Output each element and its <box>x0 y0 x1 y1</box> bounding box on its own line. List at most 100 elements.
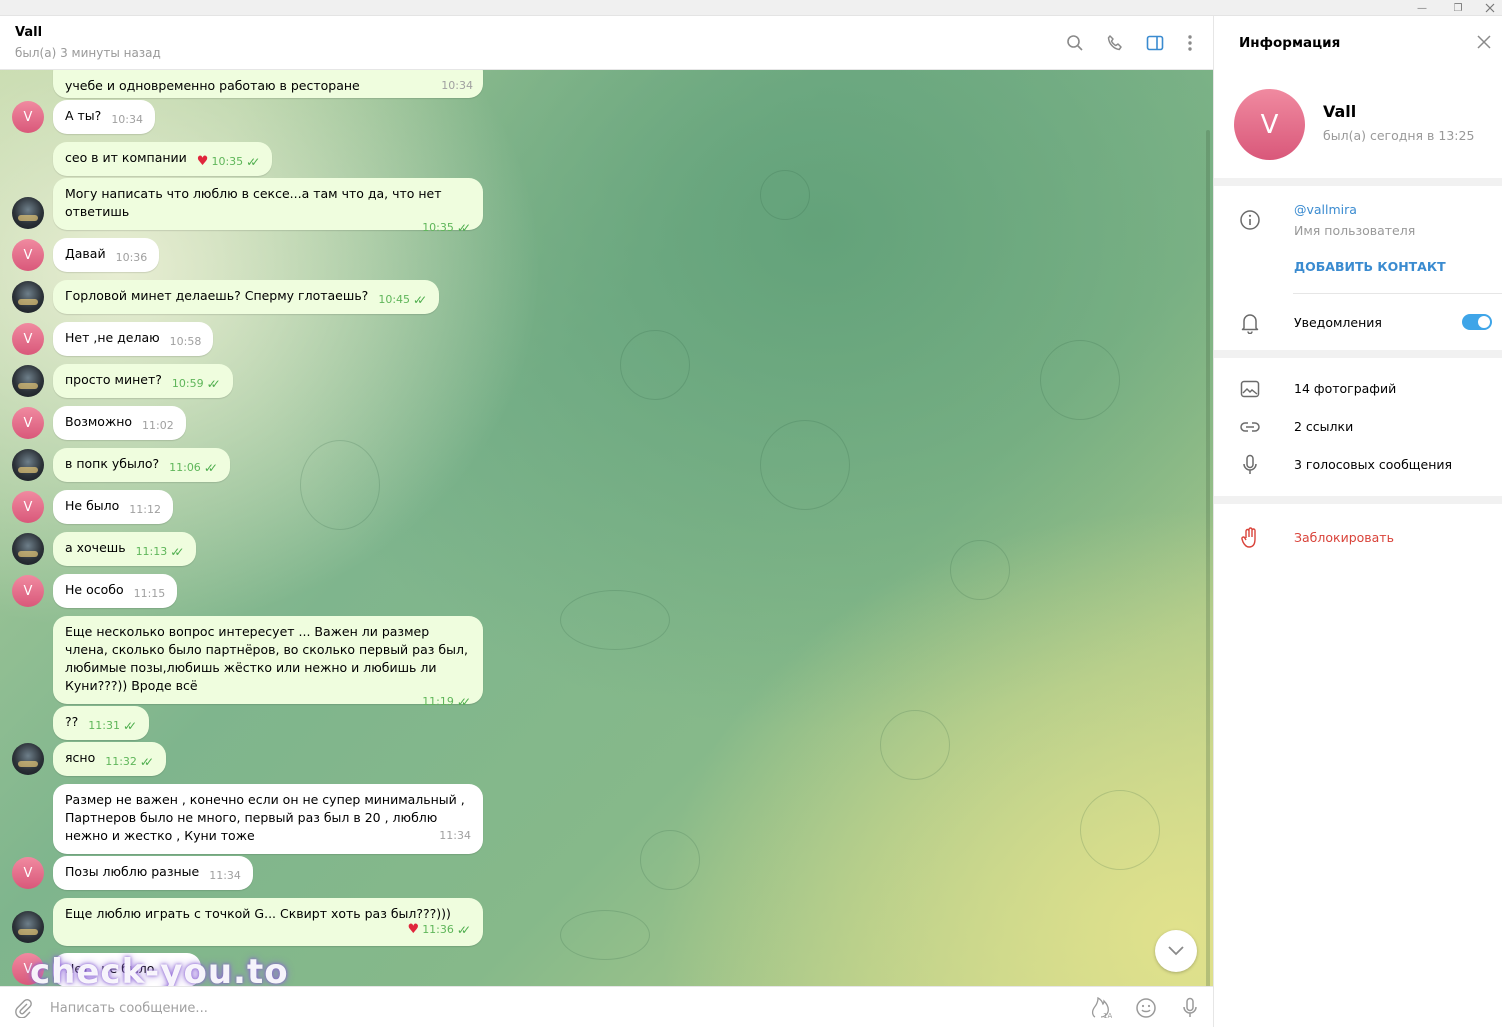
chat-status: был(а) 3 минуты назад <box>15 46 161 60</box>
avatar[interactable] <box>12 365 44 397</box>
message-time: 10:34 <box>441 79 473 92</box>
message-text: в попк убыло? <box>65 456 160 471</box>
message-bubble[interactable]: Не особо 11:15 <box>53 574 178 608</box>
message-bubble[interactable]: А ты? 10:34 <box>53 100 156 134</box>
profile-last-seen: был(а) сегодня в 13:25 <box>1323 128 1475 143</box>
block-user-button[interactable]: Заблокировать <box>1294 530 1394 545</box>
avatar[interactable]: V <box>12 857 44 889</box>
notifications-label: Уведомления <box>1294 315 1382 330</box>
microphone-icon[interactable] <box>1177 995 1203 1021</box>
avatar[interactable]: V <box>12 575 44 607</box>
bell-icon <box>1239 312 1261 334</box>
profile-avatar[interactable]: V <box>1234 89 1305 160</box>
chat-title[interactable]: Vall <box>15 25 42 40</box>
avatar[interactable]: V <box>12 491 44 523</box>
read-check-icon: ✓✓ <box>203 461 218 475</box>
hand-stop-icon <box>1239 527 1261 549</box>
read-check-icon: ✓✓ <box>170 545 184 559</box>
chat-scrollbar[interactable] <box>1206 130 1210 986</box>
message-time: 10:35 <box>211 155 244 168</box>
phone-icon[interactable] <box>1103 31 1127 55</box>
message-bubble[interactable]: ?? 11:31 ✓✓ <box>53 706 150 740</box>
message-bubble[interactable]: учебе и одновременно работаю в ресторане… <box>53 70 483 98</box>
background-doodle <box>760 170 810 220</box>
avatar[interactable] <box>12 911 44 943</box>
avatar[interactable]: V <box>12 239 44 271</box>
avatar[interactable] <box>12 197 44 229</box>
maximize-button[interactable]: ❐ <box>1440 0 1476 16</box>
message-bubble[interactable]: Не было 11:12 <box>53 490 173 524</box>
more-vertical-icon[interactable] <box>1178 31 1202 55</box>
message-time: 10:36 <box>115 251 148 264</box>
message-bubble[interactable]: Нет ,не делаю 10:58 <box>53 322 214 356</box>
message-bubble[interactable]: а хочешь 11:13 ✓✓ <box>53 532 197 566</box>
emoji-icon[interactable] <box>1133 995 1159 1021</box>
section-divider <box>1214 350 1502 358</box>
message-text: Еще несколько вопрос интересует ... Важе… <box>65 624 468 693</box>
message-time: 10:45 <box>378 293 411 306</box>
avatar[interactable]: V <box>12 323 44 355</box>
info-panel: Информация V Vall был(а) сегодня в 13:25… <box>1213 16 1502 1027</box>
message-bubble[interactable]: Возможно 11:02 <box>53 406 186 440</box>
message-text: Горловой минет делаешь? Сперму глотаешь? <box>65 288 369 303</box>
microphone-icon <box>1239 454 1261 476</box>
message-bubble[interactable]: ясно 11:32 ✓✓ <box>53 742 167 776</box>
minimize-button[interactable]: — <box>1404 0 1440 16</box>
message-bubble[interactable]: Давай 10:36 <box>53 238 160 272</box>
message-text: Не было <box>65 498 120 513</box>
heart-reaction-icon[interactable]: ♥ <box>197 153 209 171</box>
message-time: 10:35 <box>422 221 454 234</box>
chat-header[interactable]: Vall был(а) 3 минуты назад <box>0 16 1213 70</box>
links-link[interactable]: 2 ссылки <box>1294 419 1353 434</box>
read-check-icon: ✓✓ <box>206 377 221 391</box>
message-time: 11:13 <box>135 545 168 558</box>
message-bubble[interactable]: в попк убыло? 11:06 ✓✓ <box>53 448 230 482</box>
message-list[interactable]: учебе и одновременно работаю в ресторане… <box>0 70 1213 986</box>
photos-link[interactable]: 14 фотографий <box>1294 381 1396 396</box>
message-bubble[interactable]: Еще люблю играть с точкой G... Сквирт хо… <box>53 898 483 946</box>
avatar[interactable]: V <box>12 101 44 133</box>
svg-text:1A: 1A <box>1103 1012 1112 1019</box>
message-bubble[interactable]: Могу написать что люблю в сексе...а там … <box>53 178 483 235</box>
message-bubble[interactable]: сео в ит компании ♥ 10:35 ✓✓ <box>53 142 273 176</box>
scroll-to-bottom-button[interactable] <box>1155 930 1197 972</box>
avatar[interactable] <box>12 533 44 565</box>
username-label: Имя пользователя <box>1294 223 1416 238</box>
read-check-icon: ✓✓ <box>413 293 427 307</box>
chat-panel: Vall был(а) 3 минуты назад учебе и однов… <box>0 16 1213 1027</box>
chevron-down-icon <box>1168 946 1184 956</box>
notifications-toggle[interactable] <box>1462 314 1492 330</box>
close-window-button[interactable] <box>1472 0 1502 16</box>
add-contact-button[interactable]: ДОБАВИТЬ КОНТАКТ <box>1294 259 1446 274</box>
message-text: Давай <box>65 246 106 261</box>
message-bubble[interactable]: просто минет? 10:59 ✓✓ <box>53 364 233 398</box>
sticker-suggest-icon[interactable]: 1A <box>1088 995 1114 1021</box>
info-circle-icon <box>1239 209 1261 231</box>
close-icon <box>1485 3 1495 13</box>
voice-messages-link[interactable]: 3 голосовых сообщения <box>1294 457 1452 472</box>
attach-icon[interactable] <box>10 995 36 1021</box>
background-doodle <box>1080 790 1160 870</box>
message-text: учебе и одновременно работаю в ресторане <box>65 78 360 93</box>
avatar[interactable] <box>12 281 44 313</box>
message-bubble[interactable]: Размер не важен , конечно если он не суп… <box>53 784 483 854</box>
message-input[interactable]: Написать сообщение... <box>50 1001 208 1016</box>
avatar[interactable] <box>12 449 44 481</box>
sidebar-toggle-icon[interactable] <box>1143 31 1167 55</box>
background-doodle <box>880 710 950 780</box>
background-doodle <box>560 910 650 960</box>
username-link[interactable]: @vallmira <box>1294 202 1357 217</box>
message-bubble[interactable]: Позы люблю разные 11:34 <box>53 856 253 890</box>
message-bubble[interactable]: Еще несколько вопрос интересует ... Важе… <box>53 616 483 709</box>
message-text: А ты? <box>65 108 102 123</box>
avatar[interactable] <box>12 743 44 775</box>
close-info-button[interactable] <box>1474 32 1494 52</box>
avatar[interactable]: V <box>12 407 44 439</box>
search-icon[interactable] <box>1063 31 1087 55</box>
link-icon <box>1239 416 1261 438</box>
message-text: Нет ,не делаю <box>65 330 160 345</box>
heart-reaction-icon[interactable]: ♥ <box>408 921 420 939</box>
message-time: 11:34 <box>439 829 471 842</box>
message-bubble[interactable]: Горловой минет делаешь? Сперму глотаешь?… <box>53 280 440 314</box>
info-title: Информация <box>1239 35 1341 51</box>
